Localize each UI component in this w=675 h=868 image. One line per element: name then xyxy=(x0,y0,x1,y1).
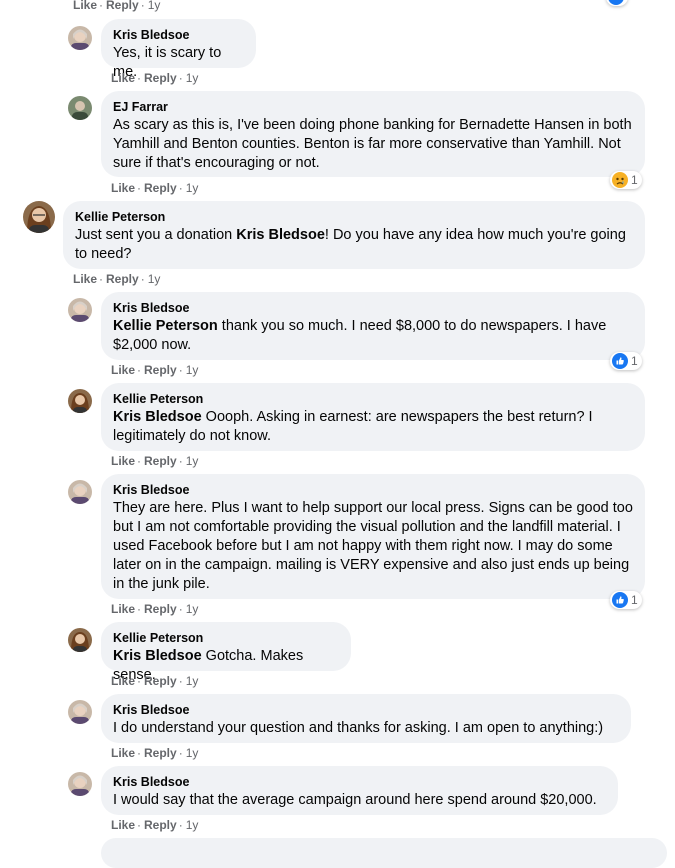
comment-author[interactable]: Kris Bledsoe xyxy=(113,702,619,718)
reaction-badge[interactable]: 1 xyxy=(610,352,642,370)
sad-reaction-icon xyxy=(612,172,628,188)
comment-actions: Like · Reply · 1y xyxy=(111,71,199,85)
comment-actions: Like · Reply · 1y xyxy=(111,363,199,377)
reply-link[interactable]: Reply xyxy=(144,818,177,832)
mention-link[interactable]: Kris Bledsoe xyxy=(113,648,202,664)
timestamp-link[interactable]: 1y xyxy=(186,71,199,85)
reply-link[interactable]: Reply xyxy=(144,71,177,85)
comment-actions: Like · Reply · 1y xyxy=(111,181,199,195)
avatar[interactable] xyxy=(68,298,92,322)
avatar[interactable] xyxy=(68,480,92,504)
like-link[interactable]: Like xyxy=(111,674,135,688)
reaction-badge[interactable]: 1 xyxy=(610,171,642,189)
timestamp-link[interactable]: 1y xyxy=(186,363,199,377)
comment-text: They are here. Plus I want to help suppo… xyxy=(113,500,633,592)
comment-bubble: Kellie Peterson Just sent you a donation… xyxy=(63,201,645,269)
avatar[interactable] xyxy=(68,700,92,724)
like-link[interactable]: Like xyxy=(111,181,135,195)
reply-link[interactable]: Reply xyxy=(106,0,139,12)
avatar[interactable] xyxy=(23,201,55,233)
like-link[interactable]: Like xyxy=(111,746,135,760)
comment-text: I do understand your question and thanks… xyxy=(113,720,604,736)
avatar[interactable] xyxy=(68,389,92,413)
reply-link[interactable]: Reply xyxy=(144,674,177,688)
mention-link[interactable]: Kellie Peterson xyxy=(113,318,218,334)
comment-actions: Like · Reply · 1y xyxy=(111,746,199,760)
comment-bubble: Kellie Peterson Kris Bledsoe Oooph. Aski… xyxy=(101,383,645,451)
comment-text: Just sent you a donation Kris Bledsoe! D… xyxy=(75,227,626,262)
comment-author[interactable]: Kris Bledsoe xyxy=(113,300,633,316)
avatar[interactable] xyxy=(68,96,92,120)
comment-text: Kellie Peterson thank you so much. I nee… xyxy=(113,318,607,353)
comment-bubble: Kellie Peterson Kris Bledsoe Gotcha. Mak… xyxy=(101,622,351,683)
comment-bubble: Kris Bledsoe Yes, it is scary to me. xyxy=(101,19,256,80)
like-link[interactable]: Like xyxy=(73,272,97,286)
reaction-count: 1 xyxy=(631,593,638,607)
like-link[interactable]: Like xyxy=(111,454,135,468)
like-link[interactable]: Like xyxy=(111,818,135,832)
comment-actions: Like · Reply · 1y xyxy=(111,818,199,832)
comment-text: As scary as this is, I've been doing pho… xyxy=(113,117,632,171)
reply-link[interactable]: Reply xyxy=(144,454,177,468)
reply-link[interactable]: Reply xyxy=(144,181,177,195)
comment-bubble: Kris Bledsoe They are here. Plus I want … xyxy=(101,474,645,599)
like-link[interactable]: Like xyxy=(111,602,135,616)
comment-author[interactable]: Kellie Peterson xyxy=(113,630,339,646)
timestamp-link[interactable]: 1y xyxy=(148,272,161,286)
like-link[interactable]: Like xyxy=(73,0,97,12)
like-link[interactable]: Like xyxy=(111,363,135,377)
reply-link[interactable]: Reply xyxy=(144,363,177,377)
like-reaction-icon xyxy=(612,592,628,608)
avatar[interactable] xyxy=(68,628,92,652)
comment-author[interactable]: Kris Bledsoe xyxy=(113,27,244,43)
like-link[interactable]: Like xyxy=(111,71,135,85)
comment-text: I would say that the average campaign ar… xyxy=(113,792,597,808)
timestamp-link[interactable]: 1y xyxy=(186,602,199,616)
timestamp-link[interactable]: 1y xyxy=(186,818,199,832)
comment-bubble: EJ Farrar As scary as this is, I've been… xyxy=(101,91,645,177)
mention-link[interactable]: Kris Bledsoe xyxy=(113,409,202,425)
comment-author[interactable]: EJ Farrar xyxy=(113,99,633,115)
comment-bubble: Kris Bledsoe Kellie Peterson thank you s… xyxy=(101,292,645,360)
comment-actions: Like · Reply · 1y xyxy=(111,454,199,468)
timestamp-link[interactable]: 1y xyxy=(186,181,199,195)
reply-link[interactable]: Reply xyxy=(106,272,139,286)
comment-input[interactable] xyxy=(101,838,667,868)
comment-author[interactable]: Kris Bledsoe xyxy=(113,482,633,498)
timestamp-link[interactable]: 1y xyxy=(186,674,199,688)
reaction-badge[interactable]: 1 xyxy=(610,591,642,609)
comment-author[interactable]: Kris Bledsoe xyxy=(113,774,606,790)
avatar[interactable] xyxy=(68,26,92,50)
reply-link[interactable]: Reply xyxy=(144,602,177,616)
comment-actions: Like · Reply · 1y xyxy=(73,272,161,286)
mention-link[interactable]: Kris Bledsoe xyxy=(236,227,325,243)
avatar[interactable] xyxy=(68,772,92,796)
reply-link[interactable]: Reply xyxy=(144,746,177,760)
like-reaction-icon xyxy=(612,353,628,369)
like-reaction-icon xyxy=(608,0,624,5)
comment-author[interactable]: Kellie Peterson xyxy=(75,209,633,225)
comment-text: Kris Bledsoe Oooph. Asking in earnest: a… xyxy=(113,409,593,444)
comment-author[interactable]: Kellie Peterson xyxy=(113,391,633,407)
reaction-count: 1 xyxy=(631,173,638,187)
comment-bubble: Kris Bledsoe I do understand your questi… xyxy=(101,694,631,743)
comment-actions: Like · Reply · 1y xyxy=(73,0,161,12)
reaction-count: 1 xyxy=(631,354,638,368)
comment-actions: Like · Reply · 1y xyxy=(111,674,199,688)
timestamp-link[interactable]: 1y xyxy=(186,454,199,468)
reaction-badge[interactable] xyxy=(606,0,628,6)
timestamp-link[interactable]: 1y xyxy=(186,746,199,760)
comment-bubble: Kris Bledsoe I would say that the averag… xyxy=(101,766,618,815)
comment-actions: Like · Reply · 1y xyxy=(111,602,199,616)
timestamp-link[interactable]: 1y xyxy=(148,0,161,12)
